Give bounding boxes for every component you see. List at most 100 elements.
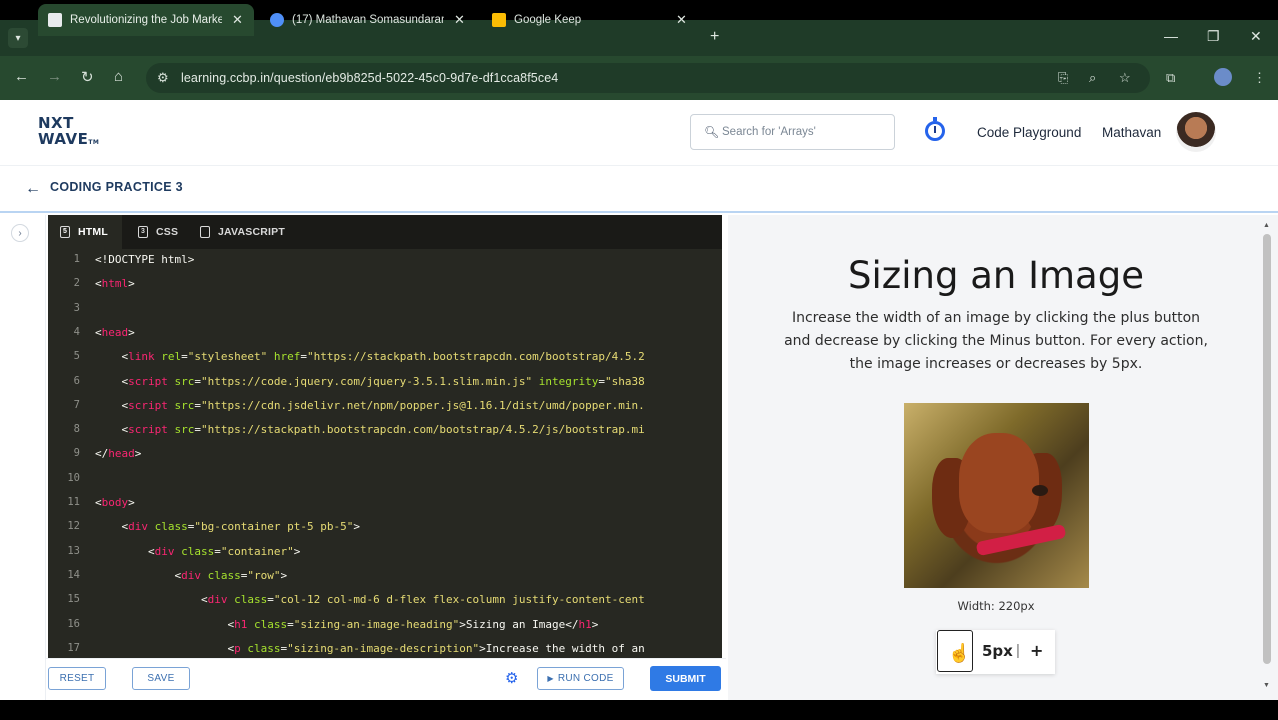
js-file-icon	[200, 226, 210, 238]
avatar[interactable]	[1176, 112, 1216, 152]
line-content: <div class="col-12 col-md-6 d-flex flex-…	[95, 593, 645, 607]
line-number: 17	[67, 641, 80, 654]
bookmark-star-icon[interactable]: ☆	[1119, 70, 1131, 86]
code-line[interactable]: 1 <!DOCTYPE html>	[48, 253, 722, 277]
line-content: <link rel="stylesheet" href="https://sta…	[95, 350, 645, 364]
back-icon[interactable]: ←	[14, 68, 29, 85]
line-content: <p class="sizing-an-image-description">I…	[95, 641, 645, 655]
code-playground-link[interactable]: Code Playground	[977, 125, 1081, 140]
restore-icon[interactable]: ❐	[1207, 28, 1220, 45]
code-line[interactable]: 7 <script src="https://cdn.jsdelivr.net/…	[48, 399, 722, 423]
editor-tabs: 5 HTML 3 CSS JAVASCRIPT	[48, 215, 722, 249]
tab-javascript[interactable]: JAVASCRIPT	[188, 215, 298, 249]
zoom-icon[interactable]: ⌕	[1089, 70, 1096, 86]
code-line[interactable]: 3	[48, 302, 722, 326]
plus-button[interactable]: +	[1030, 641, 1043, 660]
code-line[interactable]: 4 <head>	[48, 326, 722, 350]
line-number: 4	[73, 325, 80, 338]
screen-bottom-border	[0, 700, 1278, 720]
new-tab-icon[interactable]: +	[710, 28, 719, 46]
practice-title: CODING PRACTICE 3	[50, 180, 183, 194]
line-number: 1	[73, 253, 80, 265]
site-info-icon[interactable]: ⚙	[157, 70, 169, 86]
scroll-down-icon[interactable]: ▼	[1263, 682, 1270, 689]
line-number: 6	[73, 374, 80, 387]
code-line[interactable]: 17 <p class="sizing-an-image-description…	[48, 642, 722, 658]
tab-html[interactable]: 5 HTML	[48, 215, 122, 249]
url-text[interactable]: learning.ccbp.in/question/eb9b825d-5022-…	[181, 71, 558, 85]
close-icon[interactable]: ✕	[676, 12, 687, 28]
profile-favicon-icon	[270, 13, 284, 27]
code-line[interactable]: 8 <script src="https://stackpath.bootstr…	[48, 423, 722, 447]
code-line[interactable]: 11 <body>	[48, 496, 722, 520]
code-line[interactable]: 5 <link rel="stylesheet" href="https://s…	[48, 350, 722, 374]
dog-image	[904, 403, 1089, 588]
code-line[interactable]: 10	[48, 472, 722, 496]
code-line[interactable]: 2 <html>	[48, 277, 722, 301]
code-line[interactable]: 16 <h1 class="sizing-an-image-heading">S…	[48, 618, 722, 642]
reload-icon[interactable]: ↻	[81, 68, 94, 86]
line-number: 12	[67, 520, 80, 533]
css3-icon: 3	[138, 226, 148, 238]
code-line[interactable]: 14 <div class="row">	[48, 569, 722, 593]
line-number: 14	[67, 568, 80, 581]
scroll-thumb[interactable]	[1263, 234, 1271, 664]
install-app-icon[interactable]: ⎘	[1058, 70, 1068, 86]
expand-chevron-icon[interactable]: ›	[11, 224, 29, 242]
line-number: 16	[67, 617, 80, 630]
browser-tab-2[interactable]: (17) Mathavan Somasundaram ✕	[260, 4, 482, 36]
code-line[interactable]: 9 </head>	[48, 447, 722, 471]
keep-favicon-icon	[492, 13, 506, 27]
user-name[interactable]: Mathavan	[1102, 125, 1161, 140]
code-line[interactable]: 15 <div class="col-12 col-md-6 d-flex fl…	[48, 593, 722, 617]
line-number: 11	[67, 496, 80, 508]
hand-cursor-icon: ☝	[948, 643, 971, 663]
browser-tab-1[interactable]: Revolutionizing the Job Market ✕	[38, 4, 254, 36]
line-number: 13	[67, 544, 80, 557]
run-code-button[interactable]: ▶ RUN CODE	[537, 667, 624, 690]
scroll-up-icon[interactable]: ▲	[1263, 222, 1270, 229]
window-close-icon[interactable]: ✕	[1250, 28, 1262, 45]
code-line[interactable]: 6 <script src="https://code.jquery.com/j…	[48, 375, 722, 399]
home-icon[interactable]: ⌂	[114, 68, 123, 85]
line-content: <div class="bg-container pt-5 pb-5">	[95, 520, 360, 534]
line-content: <div class="container">	[95, 544, 301, 558]
tab-search-icon[interactable]: ▾	[8, 28, 28, 48]
search-input[interactable]	[722, 124, 887, 140]
tab-label: CSS	[156, 226, 179, 238]
submit-button[interactable]: SUBMIT	[650, 666, 721, 691]
line-content: </head>	[95, 447, 142, 461]
line-content: <div class="row">	[95, 568, 288, 582]
tab-css[interactable]: 3 CSS	[126, 215, 196, 249]
minimize-icon[interactable]: —	[1164, 28, 1178, 44]
reset-button[interactable]: RESET	[48, 667, 106, 690]
settings-gear-icon[interactable]: ⚙	[505, 669, 518, 687]
practice-header	[0, 165, 1278, 213]
profile-avatar-icon[interactable]	[1214, 68, 1232, 86]
tab-title: (17) Mathavan Somasundaram	[292, 14, 444, 26]
forward-icon[interactable]: →	[47, 68, 62, 85]
tab-title: Revolutionizing the Job Market	[70, 14, 222, 26]
preview-description: Increase the width of an image by clicki…	[784, 310, 1208, 372]
line-content: <head>	[95, 325, 135, 339]
search-box[interactable]: 🔍︎	[690, 114, 895, 150]
line-content: <h1 class="sizing-an-image-heading">Sizi…	[95, 617, 599, 631]
back-arrow-icon[interactable]: ←	[25, 180, 41, 198]
menu-kebab-icon[interactable]: ⋮	[1253, 70, 1266, 86]
close-icon[interactable]: ✕	[232, 12, 243, 28]
line-number: 3	[73, 301, 80, 314]
stopwatch-icon[interactable]	[925, 117, 945, 141]
line-content: <script src="https://cdn.jsdelivr.net/np…	[95, 398, 645, 412]
code-line[interactable]: 13 <div class="container">	[48, 545, 722, 569]
run-code-label: RUN CODE	[557, 673, 614, 684]
logo-line-1: NXT	[38, 114, 74, 132]
code-editor[interactable]: 5 HTML 3 CSS JAVASCRIPT 1 <!DOCTYPE html>…	[48, 215, 722, 658]
extensions-icon[interactable]: ⧉	[1166, 70, 1175, 86]
browser-tab-3[interactable]: Google Keep ✕	[482, 4, 700, 36]
code-line[interactable]: 12 <div class="bg-container pt-5 pb-5">	[48, 520, 722, 544]
nxtwave-logo[interactable]: NXT WAVETM	[38, 115, 99, 151]
line-number: 9	[73, 447, 80, 460]
close-icon[interactable]: ✕	[454, 12, 465, 28]
save-button[interactable]: SAVE	[132, 667, 190, 690]
line-content: <script src="https://stackpath.bootstrap…	[95, 423, 645, 437]
